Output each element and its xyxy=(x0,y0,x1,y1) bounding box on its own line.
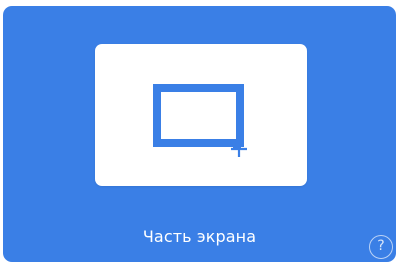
snip-mode-label: Часть экрана xyxy=(142,227,257,246)
snip-preview-panel xyxy=(95,44,307,186)
rectangle-snip-icon xyxy=(153,84,247,157)
snip-mode-tile[interactable]: Часть экрана ? xyxy=(3,6,396,262)
help-icon[interactable]: ? xyxy=(369,235,393,259)
